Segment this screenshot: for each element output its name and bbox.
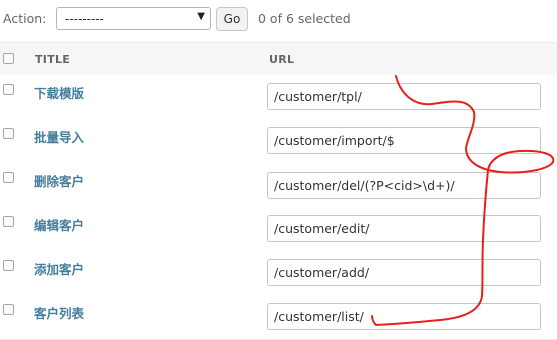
selection-counter: 0 of 6 selected xyxy=(258,11,351,26)
url-input[interactable] xyxy=(267,303,541,330)
column-header-url[interactable]: URL xyxy=(269,53,294,66)
table-header: TITLE URL xyxy=(0,42,557,76)
url-input[interactable] xyxy=(267,259,541,286)
table-row: 客户列表 xyxy=(0,295,557,340)
row-title-link[interactable]: 编辑客户 xyxy=(34,215,84,234)
row-checkbox[interactable] xyxy=(3,216,14,227)
table-row: 编辑客户 xyxy=(0,207,557,252)
table-row: 下载模版 xyxy=(0,75,557,120)
url-input[interactable] xyxy=(267,215,541,242)
chevron-down-icon: ▼ xyxy=(197,11,205,22)
row-checkbox[interactable] xyxy=(3,172,14,183)
row-title-link[interactable]: 添加客户 xyxy=(34,259,84,278)
url-input[interactable] xyxy=(267,127,541,154)
table-row: 删除客户 xyxy=(0,163,557,208)
table-row: 批量导入 xyxy=(0,119,557,164)
action-select[interactable]: --------- ▼ xyxy=(56,7,211,30)
url-input[interactable] xyxy=(267,172,541,199)
action-select-value: --------- xyxy=(65,12,104,26)
url-input[interactable] xyxy=(267,83,541,110)
actions-bar: Action: --------- ▼ Go 0 of 6 selected xyxy=(0,0,557,38)
row-title-link[interactable]: 客户列表 xyxy=(34,303,84,322)
row-title-link[interactable]: 批量导入 xyxy=(34,127,84,146)
column-header-title[interactable]: TITLE xyxy=(35,53,70,66)
action-label: Action: xyxy=(3,11,47,26)
row-checkbox[interactable] xyxy=(3,84,14,95)
row-checkbox[interactable] xyxy=(3,260,14,271)
select-all-checkbox[interactable] xyxy=(3,53,14,64)
row-checkbox[interactable] xyxy=(3,128,14,139)
table-row: 添加客户 xyxy=(0,251,557,296)
go-button[interactable]: Go xyxy=(216,7,248,31)
row-title-link[interactable]: 下载模版 xyxy=(34,83,84,102)
row-title-link[interactable]: 删除客户 xyxy=(34,171,84,190)
row-checkbox[interactable] xyxy=(3,304,14,315)
